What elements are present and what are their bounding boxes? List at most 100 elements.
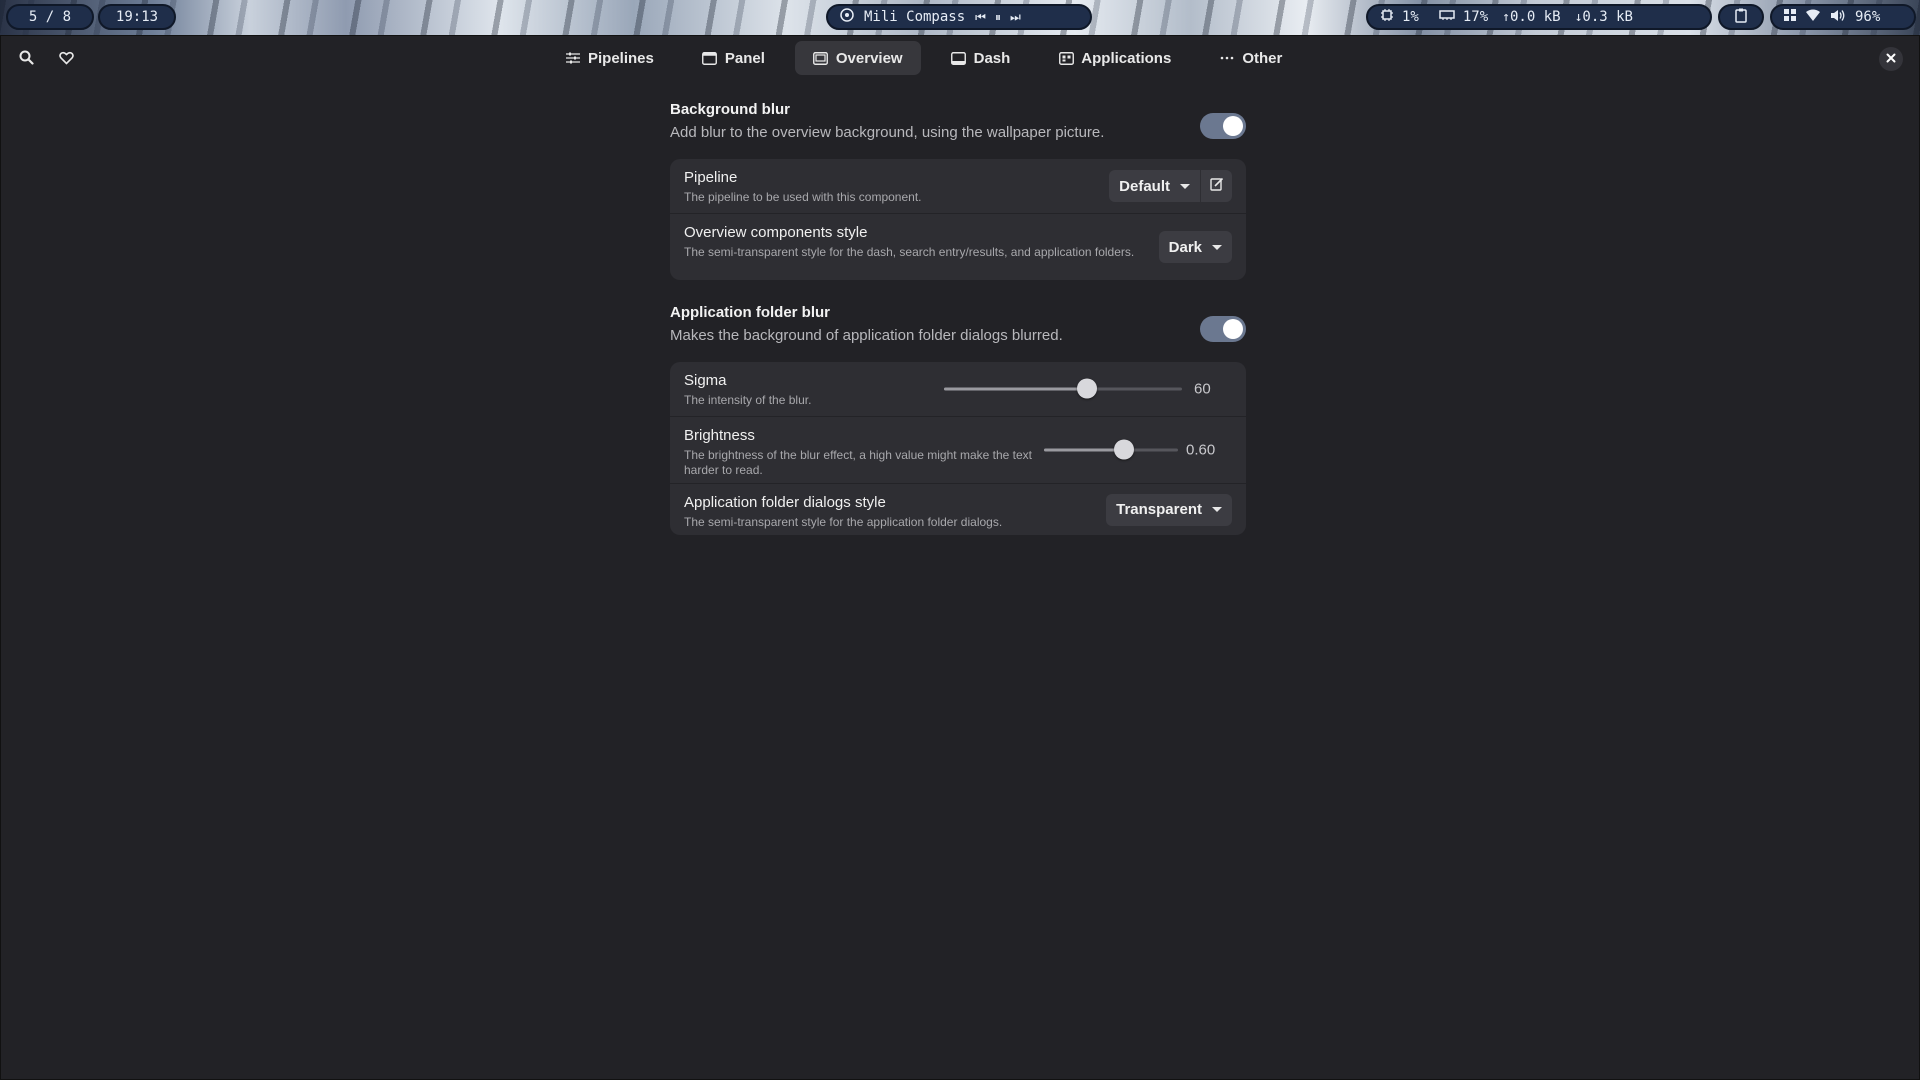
tab-dash[interactable]: Dash (933, 41, 1029, 75)
row-text: Pipeline The pipeline to be used with th… (684, 169, 1144, 205)
pipeline-row: Pipeline The pipeline to be used with th… (670, 159, 1246, 213)
tab-label: Pipelines (588, 49, 654, 67)
net-up: 0.0 kB (1509, 9, 1561, 25)
edit-icon (1209, 177, 1224, 195)
group-title: Application folder blur (670, 304, 830, 321)
clipboard-icon (1735, 8, 1747, 27)
next-track-icon[interactable]: ⏭ (1010, 10, 1021, 25)
tab-label: Dash (973, 49, 1011, 67)
brightness-slider[interactable] (1044, 439, 1178, 460)
disc-icon (840, 8, 854, 26)
dialog-style-value: Transparent (1116, 501, 1202, 518)
cpu-usage: 1% (1402, 9, 1419, 25)
sliders-icon (565, 51, 581, 65)
tab-other[interactable]: Other (1201, 41, 1300, 75)
folder-blur-header: Application folder blur Makes the backgr… (670, 304, 1246, 352)
background-blur-switch[interactable] (1200, 113, 1246, 139)
row-subtitle: The brightness of the blur effect, a hig… (684, 448, 1032, 477)
grid-icon (1784, 9, 1796, 25)
slider-handle[interactable] (1076, 378, 1097, 399)
slider-handle[interactable] (1114, 439, 1135, 460)
edit-pipeline-button[interactable] (1200, 170, 1232, 202)
row-title: Application folder dialogs style (684, 494, 886, 511)
background-blur-card: Pipeline The pipeline to be used with th… (670, 159, 1246, 280)
donate-button[interactable] (53, 47, 79, 73)
row-text: Brightness The brightness of the blur ef… (684, 427, 1044, 478)
overview-style-select[interactable]: Dark (1159, 231, 1232, 263)
more-icon (1219, 51, 1235, 65)
workspace-indicator[interactable]: 5 / 8 (6, 4, 94, 30)
brightness-row: Brightness The brightness of the blur ef… (670, 416, 1246, 483)
close-button[interactable] (1879, 47, 1903, 71)
row-subtitle: The semi-transparent style for the dash,… (684, 245, 1135, 259)
brightness-value: 0.60 (1186, 441, 1216, 459)
row-title: Sigma (684, 372, 727, 389)
net-down: 0.3 kB (1582, 9, 1633, 25)
download-arrow-icon: ↓ (1574, 9, 1583, 25)
media-player: Mili Compass ⏮ ⏸ ⏭ (826, 4, 1092, 30)
sigma-value: 60 (1194, 380, 1211, 398)
system-monitor[interactable]: 1% 17% ↑ 0.0 kB ↓ 0.3 kB (1366, 4, 1712, 30)
applications-icon (1058, 51, 1074, 65)
workspace-label: 5 / 8 (28, 9, 72, 25)
overview-style-value: Dark (1168, 238, 1202, 256)
row-subtitle: The semi-transparent style for the appli… (684, 515, 1003, 529)
slider-fill (944, 387, 1087, 391)
row-title: Pipeline (684, 169, 738, 186)
wifi-icon (1806, 9, 1820, 25)
dialog-style-dropdown[interactable]: Transparent (1106, 493, 1232, 526)
overview-settings: Background blur Add blur to the overview… (670, 101, 1246, 535)
tab-pipelines[interactable]: Pipelines (547, 41, 672, 75)
search-button[interactable] (13, 47, 39, 73)
clock-label: 19:13 (115, 9, 159, 25)
overview-style-dropdown[interactable]: Dark (1158, 231, 1232, 263)
dialog-style-select[interactable]: Transparent (1106, 494, 1232, 526)
group-description: Add blur to the overview background, usi… (670, 124, 1105, 141)
volume-icon (1830, 9, 1845, 26)
overview-icon (813, 51, 829, 65)
quick-settings[interactable]: 96% (1770, 4, 1916, 30)
dialog-style-row: Application folder dialogs style The sem… (670, 483, 1246, 535)
memory-usage: 17% (1462, 9, 1489, 25)
tab-label: Overview (835, 49, 903, 67)
cpu-icon (1380, 8, 1394, 26)
tab-label: Applications (1081, 49, 1172, 67)
group-description: Makes the background of application fold… (670, 327, 1063, 344)
pipeline-select[interactable]: Default (1109, 170, 1200, 202)
sigma-row: Sigma The intensity of the blur. 60 (670, 362, 1246, 416)
background-blur-header: Background blur Add blur to the overview… (670, 101, 1246, 149)
pause-icon[interactable]: ⏸ (995, 10, 1001, 25)
sigma-slider[interactable] (944, 378, 1182, 399)
previous-track-icon[interactable]: ⏮ (975, 10, 986, 25)
overview-style-row: Overview components style The semi-trans… (670, 213, 1246, 280)
tab-label: Panel (724, 49, 765, 67)
row-subtitle: The pipeline to be used with this compon… (684, 190, 922, 204)
panel-icon (702, 51, 718, 65)
slider-fill (1044, 448, 1125, 452)
media-title: Mili Compass (864, 9, 966, 25)
group-title: Background blur (670, 101, 791, 118)
top-bar: 5 / 8 19:13 Mili Compass ⏮ ⏸ ⏭ 1% 17% ↑ … (0, 0, 1920, 35)
row-text: Overview components style The semi-trans… (684, 224, 1144, 260)
pipeline-dropdown: Default (1109, 170, 1232, 202)
row-title: Overview components style (684, 224, 868, 241)
upload-arrow-icon: ↑ (1502, 9, 1510, 25)
clipboard-button[interactable] (1718, 4, 1764, 30)
dash-icon (951, 51, 967, 65)
header-bar: Pipelines Panel Overview Dash Applicatio… (1, 36, 1919, 82)
tab-panel[interactable]: Panel (684, 41, 783, 75)
memory-icon (1439, 9, 1455, 25)
clock[interactable]: 19:13 (98, 4, 176, 30)
chevron-down-icon (1212, 507, 1222, 512)
chevron-down-icon (1212, 244, 1222, 250)
tab-overview[interactable]: Overview (794, 41, 921, 75)
settings-window: Pipelines Panel Overview Dash Applicatio… (0, 35, 1920, 1080)
search-icon (19, 50, 34, 70)
tab-applications[interactable]: Applications (1040, 41, 1189, 75)
row-subtitle: The intensity of the blur. (684, 393, 812, 407)
pipeline-value: Default (1119, 177, 1170, 195)
row-title: Brightness (684, 427, 755, 444)
folder-blur-switch[interactable] (1200, 316, 1246, 342)
close-icon (1886, 50, 1896, 68)
tab-bar: Pipelines Panel Overview Dash Applicatio… (547, 41, 1300, 75)
